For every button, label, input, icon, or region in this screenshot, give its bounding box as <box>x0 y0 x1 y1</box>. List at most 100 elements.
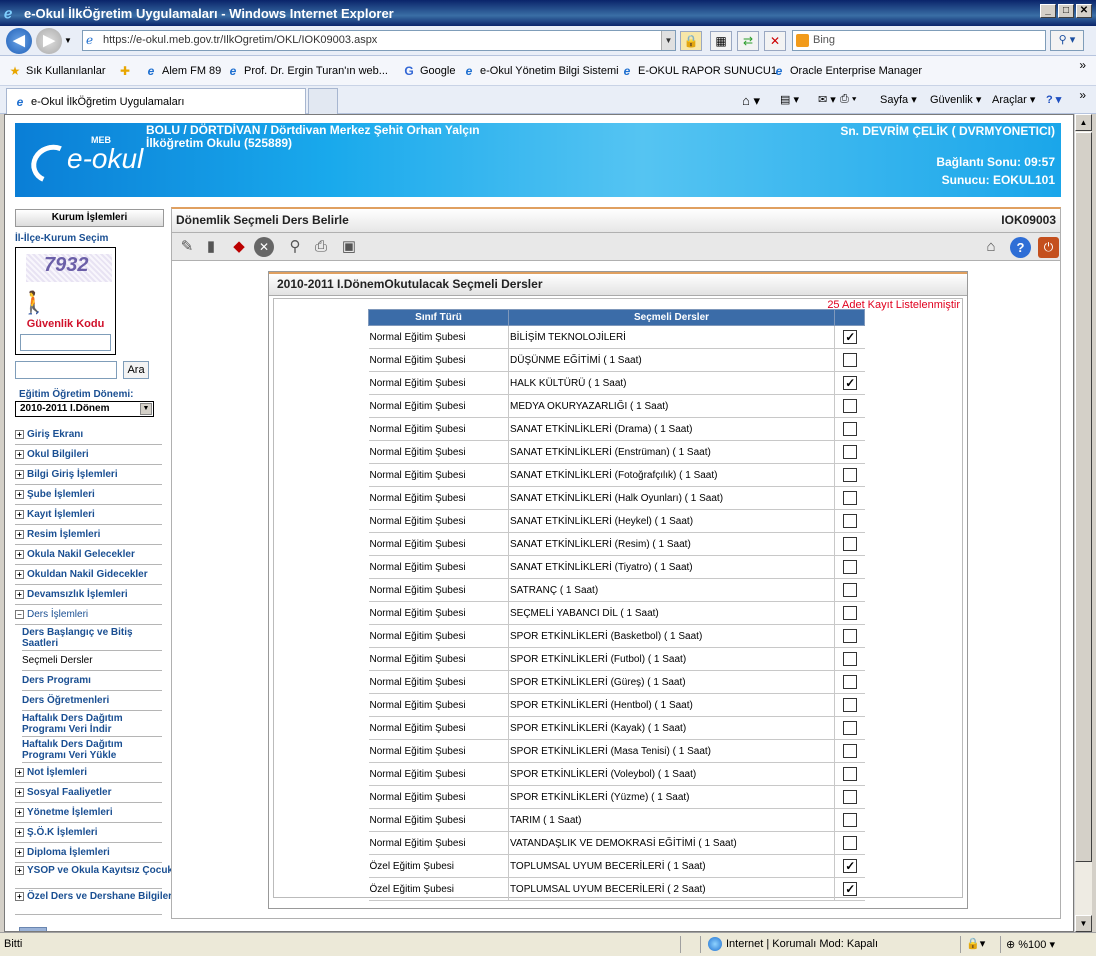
fav-link-4[interactable]: e E-OKUL RAPOR SUNUCU1 <box>620 64 777 78</box>
fav-link-1[interactable]: e Prof. Dr. Ergin Turan'ın web... <box>226 64 388 78</box>
sidebar-item-8[interactable]: + Devamsızlık İşlemleri <box>15 585 162 605</box>
sidebar-item-1[interactable]: + Okul Bilgileri <box>15 445 162 465</box>
sidebar-item-5[interactable]: + Resim İşlemleri <box>15 525 162 545</box>
search-button[interactable]: ⚲ ▾ <box>1050 30 1084 51</box>
sidebar-item-4[interactable]: + Kayıt İşlemleri <box>15 505 162 525</box>
sidebar-item-0[interactable]: + Giriş Ekranı <box>15 425 162 445</box>
close-button[interactable]: ✕ <box>1076 4 1092 18</box>
sidebar-item-after-0[interactable]: + Not İşlemleri <box>15 763 162 783</box>
scroll-down-icon[interactable]: ▼ <box>1075 915 1092 932</box>
back-button[interactable]: ◀ <box>6 28 32 54</box>
fav-link-5[interactable]: e Oracle Enterprise Manager <box>772 64 922 78</box>
home-icon[interactable]: ⌂ <box>980 236 1002 258</box>
cancel-icon[interactable]: ✕ <box>254 237 274 257</box>
sidebar-item-after-2[interactable]: + Yönetme İşlemleri <box>15 803 162 823</box>
term-select[interactable]: 2010-2011 I.Dönem ▼ <box>15 401 154 417</box>
course-checkbox[interactable] <box>843 537 858 551</box>
course-checkbox[interactable]: ✓ <box>843 859 858 873</box>
submenu-item-4[interactable]: Haftalık Ders Dağıtım Programı Veri İndi… <box>22 711 162 737</box>
submenu-item-3[interactable]: Ders Öğretmenleri <box>22 691 162 711</box>
course-checkbox[interactable]: ✓ <box>843 376 858 390</box>
submenu-item-5[interactable]: Haftalık Ders Dağıtım Programı Veri Yükl… <box>22 737 162 763</box>
sidebar-item-6[interactable]: + Okula Nakil Gelecekler <box>15 545 162 565</box>
captcha-input[interactable] <box>20 334 111 351</box>
edit-icon[interactable]: ✎ <box>176 236 198 258</box>
sidebar-item-after-4[interactable]: + Diploma İşlemleri <box>15 843 162 863</box>
sidebar-item-ders-islemleri[interactable]: − Ders İşlemleri <box>15 605 162 625</box>
submenu-item-0[interactable]: Ders Başlangıç ve Bitiş Saatleri <box>22 625 162 651</box>
feeds-icon[interactable]: ▤ ▾ <box>780 93 799 106</box>
course-checkbox[interactable] <box>843 560 858 574</box>
help-icon[interactable]: ? <box>1010 237 1031 258</box>
course-checkbox[interactable] <box>843 606 858 620</box>
sidebar-search-input[interactable] <box>15 361 117 379</box>
favorites-button[interactable]: ★ Sık Kullanılanlar <box>8 64 106 78</box>
course-checkbox[interactable] <box>843 744 858 758</box>
print-icon[interactable]: ⎙ <box>310 236 332 258</box>
course-checkbox[interactable] <box>843 721 858 735</box>
scroll-up-icon[interactable]: ▲ <box>1075 114 1092 131</box>
home-icon[interactable]: ⌂ ▾ <box>742 93 760 109</box>
course-checkbox[interactable] <box>843 583 858 597</box>
forward-button[interactable]: ▶ <box>36 28 62 54</box>
sidebar-item-7[interactable]: + Okuldan Nakil Gidecekler <box>15 565 162 585</box>
course-checkbox[interactable] <box>843 353 858 367</box>
fav-link-0[interactable]: e Alem FM 89 <box>144 64 222 78</box>
sidebar-item-after-5[interactable]: + YSOP ve Okula Kayıtsız Çocuklar <box>15 863 185 889</box>
delete-bin-icon[interactable]: ▮ <box>200 236 222 258</box>
search-ara-button[interactable]: Ara <box>123 361 149 379</box>
course-checkbox[interactable] <box>843 698 858 712</box>
institution-select-link[interactable]: İl-İlçe-Kurum Seçim <box>15 233 108 244</box>
maximize-button[interactable]: □ <box>1058 4 1074 18</box>
accessibility-icon[interactable]: 🚶 <box>20 290 47 316</box>
course-checkbox[interactable] <box>843 836 858 850</box>
vertical-scrollbar[interactable]: ▲ ▼ <box>1074 114 1092 932</box>
save-icon[interactable]: ◆ <box>228 236 250 258</box>
sidebar-item-3[interactable]: + Şube İşlemleri <box>15 485 162 505</box>
fav-link-3[interactable]: e e-Okul Yönetim Bilgi Sistemi <box>462 64 619 78</box>
submenu-item-2[interactable]: Ders Programı <box>22 671 162 691</box>
add-favorite-button[interactable]: ✚ <box>118 64 136 78</box>
course-checkbox[interactable] <box>843 767 858 781</box>
protected-mode-icon[interactable]: 🔒▾ <box>966 937 985 950</box>
course-checkbox[interactable] <box>843 422 858 436</box>
sidebar-item-2[interactable]: + Bilgi Giriş İşlemleri <box>15 465 162 485</box>
course-checkbox[interactable] <box>843 675 858 689</box>
chevron-right-icon[interactable]: » <box>1079 58 1086 72</box>
fav-link-2[interactable]: G Google <box>402 64 455 78</box>
stop-icon[interactable]: ✕ <box>764 31 786 51</box>
course-checkbox[interactable] <box>843 399 858 413</box>
search-icon[interactable]: ⚲ <box>284 236 306 258</box>
course-checkbox[interactable] <box>843 468 858 482</box>
search-input[interactable]: Bing <box>792 30 1046 51</box>
zoom-control[interactable]: ⊕ %100 ▾ <box>1006 938 1055 951</box>
exit-icon[interactable]: ⏻ <box>1038 237 1059 258</box>
submenu-item-1[interactable]: Seçmeli Dersler <box>22 651 162 671</box>
course-checkbox[interactable] <box>843 652 858 666</box>
mail-icon[interactable]: ✉ ▾ <box>818 93 836 106</box>
course-checkbox[interactable] <box>843 491 858 505</box>
safety-menu[interactable]: Güvenlik ▾ <box>930 93 981 106</box>
history-dropdown-icon[interactable]: ▼ <box>64 36 72 45</box>
sidebar-item-after-6[interactable]: + Özel Ders ve Dershane Bilgileri <box>15 889 175 915</box>
course-checkbox[interactable]: ✓ <box>843 882 858 896</box>
scroll-thumb[interactable] <box>1075 132 1092 862</box>
sidebar-item-after-1[interactable]: + Sosyal Faaliyetler <box>15 783 162 803</box>
tools-menu[interactable]: Araçlar ▾ <box>992 93 1035 106</box>
minimize-button[interactable]: _ <box>1040 4 1056 18</box>
lock-icon[interactable]: 🔒 <box>680 31 702 51</box>
export-icon[interactable]: ▣ <box>338 236 360 258</box>
course-checkbox[interactable] <box>843 790 858 804</box>
chevron-right-icon[interactable]: » <box>1079 88 1086 102</box>
tab-active[interactable]: e e-Okul İlkÖğretim Uygulamaları <box>6 88 306 114</box>
course-checkbox[interactable]: ✓ <box>843 330 858 344</box>
url-input[interactable]: ℯ https://e-okul.meb.gov.tr/IlkOgretim/O… <box>82 30 676 51</box>
page-menu[interactable]: Sayfa ▾ <box>880 93 917 106</box>
course-checkbox[interactable] <box>843 629 858 643</box>
course-checkbox[interactable] <box>843 514 858 528</box>
print-icon[interactable]: ⎙ ▾ <box>840 93 856 106</box>
new-tab-button[interactable] <box>308 88 338 114</box>
sidebar-item-after-3[interactable]: + Ş.Ö.K İşlemleri <box>15 823 162 843</box>
help-menu-icon[interactable]: ? ▾ <box>1046 93 1061 106</box>
security-zone[interactable]: Internet | Korumalı Mod: Kapalı <box>708 937 878 951</box>
